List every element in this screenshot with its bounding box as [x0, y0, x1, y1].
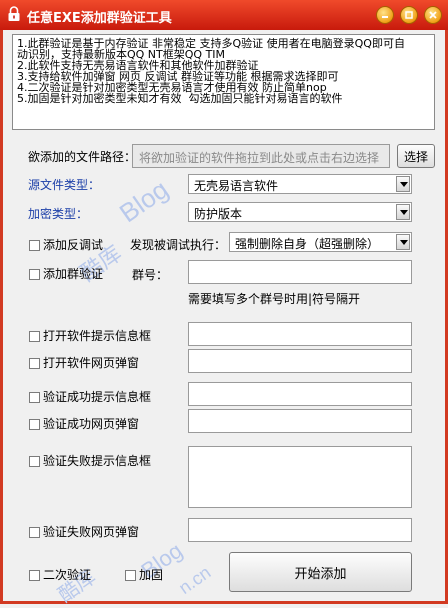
notes-textarea[interactable]: 1.此群验证是基于内存验证 非常稳定 支持多Q验证 使用者在电脑登录QQ即可自 … [12, 34, 435, 130]
checkbox-box[interactable] [29, 240, 40, 251]
minimize-icon [382, 16, 388, 18]
anti-debug-checkbox[interactable]: 添加反调试 [29, 236, 103, 252]
fail-web-popup-label: 验证失败网页弹窗 [43, 525, 140, 539]
watermark-suffix: n.cn [175, 562, 215, 599]
fail-tip-box-input[interactable] [188, 446, 412, 508]
debug-action-label: 发现被调试执行： [130, 238, 227, 252]
chevron-down-icon [400, 182, 408, 187]
fail-tip-box-checkbox[interactable]: 验证失败提示信息框 [29, 452, 151, 468]
group-number-input[interactable] [188, 260, 412, 284]
chevron-down-icon [400, 210, 408, 215]
open-tip-box-checkbox[interactable]: 打开软件提示信息框 [29, 327, 151, 343]
checkbox-box[interactable] [29, 456, 40, 467]
maximize-icon [405, 11, 413, 19]
anti-debug-label: 添加反调试 [43, 238, 104, 252]
checkbox-box[interactable] [29, 331, 40, 342]
checkbox-box[interactable] [125, 570, 136, 581]
debug-action-value: 强制删除自身（超强删除） [235, 237, 380, 251]
checkbox-box[interactable] [29, 269, 40, 280]
start-add-button[interactable]: 开始添加 [229, 552, 412, 592]
fail-web-popup-input[interactable] [188, 518, 412, 542]
lock-icon [8, 6, 20, 21]
open-web-popup-checkbox[interactable]: 打开软件网页弹窗 [29, 354, 139, 370]
encrypt-type-select[interactable]: 防护版本 [188, 202, 412, 222]
maximize-button[interactable] [400, 6, 418, 24]
success-tip-box-checkbox[interactable]: 验证成功提示信息框 [29, 388, 151, 404]
checkbox-box[interactable] [29, 392, 40, 403]
second-verify-checkbox[interactable]: 二次验证 [29, 566, 91, 582]
harden-label: 加固 [139, 568, 164, 582]
success-web-popup-input[interactable] [188, 409, 412, 433]
window-title: 任意EXE添加群验证工具 [27, 11, 172, 26]
open-web-popup-label: 打开软件网页弹窗 [43, 356, 140, 370]
checkbox-box[interactable] [29, 527, 40, 538]
open-tip-box-label: 打开软件提示信息框 [43, 329, 152, 343]
fail-web-popup-checkbox[interactable]: 验证失败网页弹窗 [29, 523, 139, 539]
debug-action-select[interactable]: 强制删除自身（超强删除） [229, 232, 412, 252]
source-type-select[interactable]: 无壳易语言软件 [188, 174, 412, 194]
source-type-label: 源文件类型： [28, 178, 101, 192]
checkbox-box[interactable] [29, 570, 40, 581]
dropdown-button[interactable] [396, 234, 410, 250]
title-bar[interactable]: 任意EXE添加群验证工具 [0, 0, 448, 30]
dropdown-button[interactable] [396, 176, 410, 192]
chevron-down-icon [400, 240, 408, 245]
success-tip-box-input[interactable] [188, 382, 412, 406]
success-web-popup-checkbox[interactable]: 验证成功网页弹窗 [29, 415, 139, 431]
group-number-hint: 需要填写多个群号时用|符号隔开 [188, 292, 361, 306]
checkbox-box[interactable] [29, 358, 40, 369]
browse-button[interactable]: 选择 [397, 144, 435, 168]
file-path-label: 欲添加的文件路径： [28, 150, 137, 164]
encrypt-type-value: 防护版本 [194, 207, 243, 221]
open-tip-box-input[interactable] [188, 322, 412, 346]
harden-checkbox[interactable]: 加固 [125, 566, 163, 582]
encrypt-type-label: 加密类型： [28, 207, 89, 221]
group-verify-label: 添加群验证 [43, 267, 104, 281]
success-tip-box-label: 验证成功提示信息框 [43, 390, 152, 404]
group-verify-checkbox[interactable]: 添加群验证 [29, 265, 103, 281]
close-button[interactable] [424, 6, 442, 24]
checkbox-box[interactable] [29, 419, 40, 430]
group-number-label: 群号： [132, 268, 169, 282]
fail-tip-box-label: 验证失败提示信息框 [43, 454, 152, 468]
file-path-input[interactable]: 将欲加验证的软件拖拉到此处或点击右边选择 [132, 144, 390, 168]
minimize-button[interactable] [376, 6, 394, 24]
watermark-text: Blog [113, 173, 174, 229]
close-icon [429, 11, 437, 19]
second-verify-label: 二次验证 [43, 568, 92, 582]
success-web-popup-label: 验证成功网页弹窗 [43, 417, 140, 431]
source-type-value: 无壳易语言软件 [194, 179, 279, 193]
dropdown-button[interactable] [396, 204, 410, 220]
open-web-popup-input[interactable] [188, 349, 412, 373]
